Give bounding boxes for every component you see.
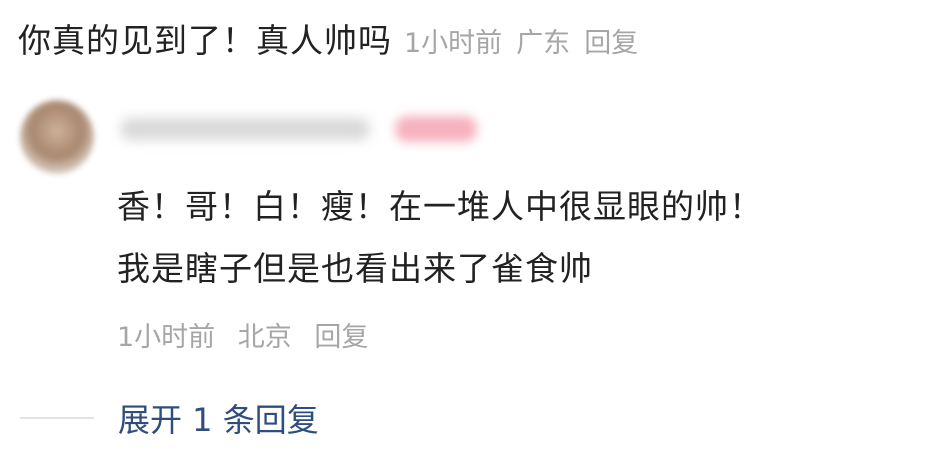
reply-time: 1小时前 (117, 322, 216, 353)
top-comment-reply-button[interactable]: 回复 (584, 21, 638, 60)
top-comment-location: 广东 (516, 28, 571, 59)
expand-replies-row: 展开 1 条回复 (20, 395, 319, 441)
reply-text-line-1: 香！哥！白！瘦！在一堆人中很显眼的帅！ (117, 187, 763, 226)
avatar[interactable] (20, 100, 94, 174)
top-comment-time: 1小时前 (404, 28, 503, 59)
user-badge-blurred (395, 116, 477, 142)
reply-text: 香！哥！白！瘦！在一堆人中很显眼的帅！ 我是瞎子但是也看出来了雀食帅 (117, 176, 763, 300)
top-comment-text: 你真的见到了！真人帅吗 (18, 21, 392, 60)
reply-reply-button[interactable]: 回复 (314, 322, 368, 353)
reply-text-line-2: 我是瞎子但是也看出来了雀食帅 (117, 249, 593, 288)
expand-replies-link[interactable]: 展开 1 条回复 (118, 395, 319, 441)
reply-location: 北京 (237, 322, 292, 353)
reply-meta: 1小时前 北京 回复 (117, 315, 368, 354)
username-blurred[interactable] (120, 118, 370, 140)
top-comment: 你真的见到了！真人帅吗 1小时前 广东 回复 (18, 14, 638, 62)
reply-comment: 香！哥！白！瘦！在一堆人中很显眼的帅！ 我是瞎子但是也看出来了雀食帅 1小时前 … (20, 100, 920, 360)
divider-line (20, 417, 94, 419)
